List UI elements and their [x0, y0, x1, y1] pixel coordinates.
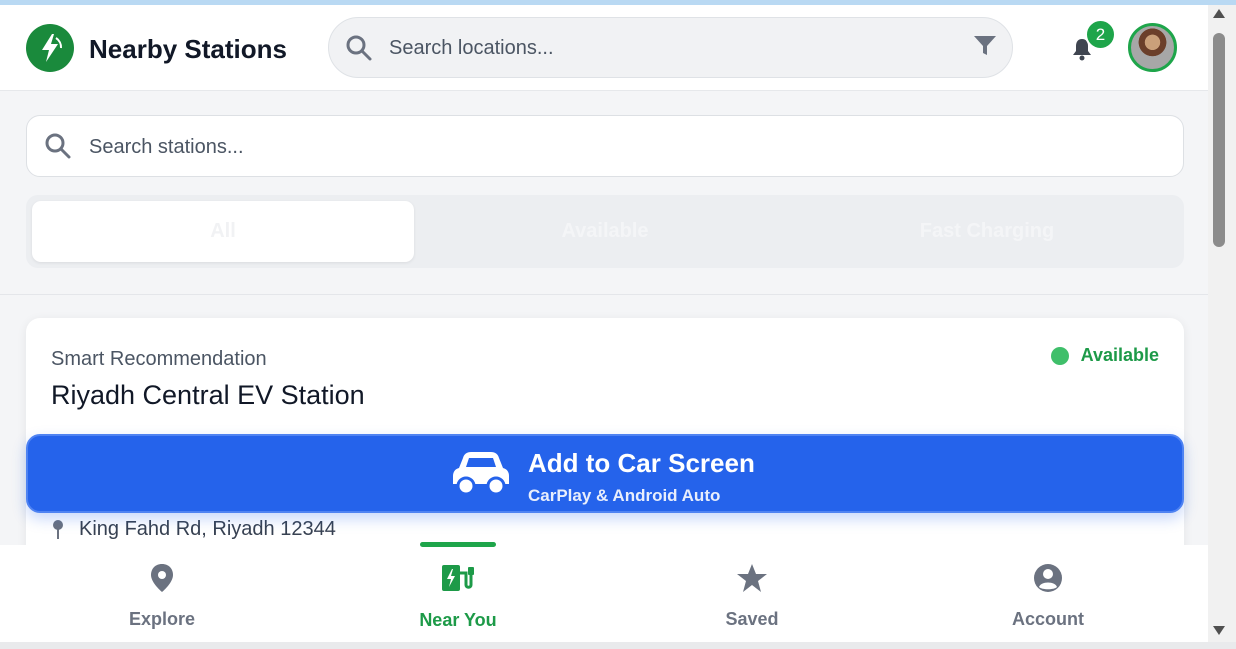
nav-saved[interactable]: Saved — [604, 545, 900, 642]
nav-explore[interactable]: Explore — [14, 545, 310, 642]
car-icon — [453, 452, 509, 496]
status-label: Available — [1080, 345, 1159, 365]
scroll-down-arrow-icon[interactable] — [1212, 624, 1226, 636]
app-header: Nearby Stations 2 — [0, 5, 1208, 91]
nav-account[interactable]: Account — [900, 545, 1196, 642]
car-screen-subtitle: CarPlay & Android Auto — [528, 486, 721, 505]
nav-label: Account — [1012, 609, 1084, 629]
nav-label: Saved — [725, 609, 779, 629]
car-screen-title: Add to Car Screen — [528, 448, 755, 478]
filter-icon[interactable] — [972, 34, 998, 58]
location-search-input[interactable] — [389, 32, 949, 64]
bottom-navigation: Explore Near You Saved Account — [0, 545, 1208, 642]
lightning-bolt-icon — [42, 34, 63, 62]
map-pin-icon — [151, 564, 173, 592]
user-avatar[interactable] — [1128, 23, 1177, 72]
nav-label: Near You — [419, 610, 497, 630]
tab-available[interactable]: Available — [414, 201, 796, 262]
search-icon — [45, 133, 71, 159]
notification-badge: 2 — [1085, 19, 1116, 50]
map-pin-icon — [53, 519, 63, 539]
filter-tabs: All Available Fast Charging — [26, 195, 1184, 268]
address-text: King Fahd Rd, Riyadh 12344 — [79, 518, 336, 540]
scroll-up-arrow-icon[interactable] — [1212, 8, 1226, 20]
recommendation-label: Smart Recommendation — [51, 348, 267, 370]
ev-charger-icon — [442, 565, 474, 591]
app-container: Nearby Stations 2 All Available — [0, 5, 1208, 642]
active-tab-indicator — [420, 542, 496, 547]
scrollbar-thumb[interactable] — [1213, 33, 1225, 247]
status-dot — [1050, 346, 1069, 365]
nav-label: Explore — [128, 609, 196, 629]
section-divider — [0, 294, 1208, 295]
station-name: Riyadh Central EV Station — [51, 380, 365, 410]
location-search-bar[interactable] — [328, 17, 1013, 78]
station-search-input[interactable] — [89, 131, 1139, 163]
tab-fast-charging[interactable]: Fast Charging — [796, 201, 1178, 262]
star-icon — [737, 564, 767, 592]
brand-logo[interactable] — [26, 24, 74, 72]
station-search-bar[interactable] — [26, 115, 1184, 177]
add-to-car-screen-button[interactable]: Add to Car Screen CarPlay & Android Auto — [26, 434, 1184, 513]
nav-near-you[interactable]: Near You — [310, 545, 606, 642]
page-title: Nearby Stations — [89, 34, 287, 64]
search-icon — [346, 35, 372, 61]
station-address: King Fahd Rd, Riyadh 12344 — [51, 518, 336, 541]
user-circle-icon — [1034, 564, 1062, 592]
status-badge: Available — [1050, 345, 1159, 366]
tab-all[interactable]: All — [32, 201, 414, 262]
window-bottom-edge — [0, 642, 1236, 649]
